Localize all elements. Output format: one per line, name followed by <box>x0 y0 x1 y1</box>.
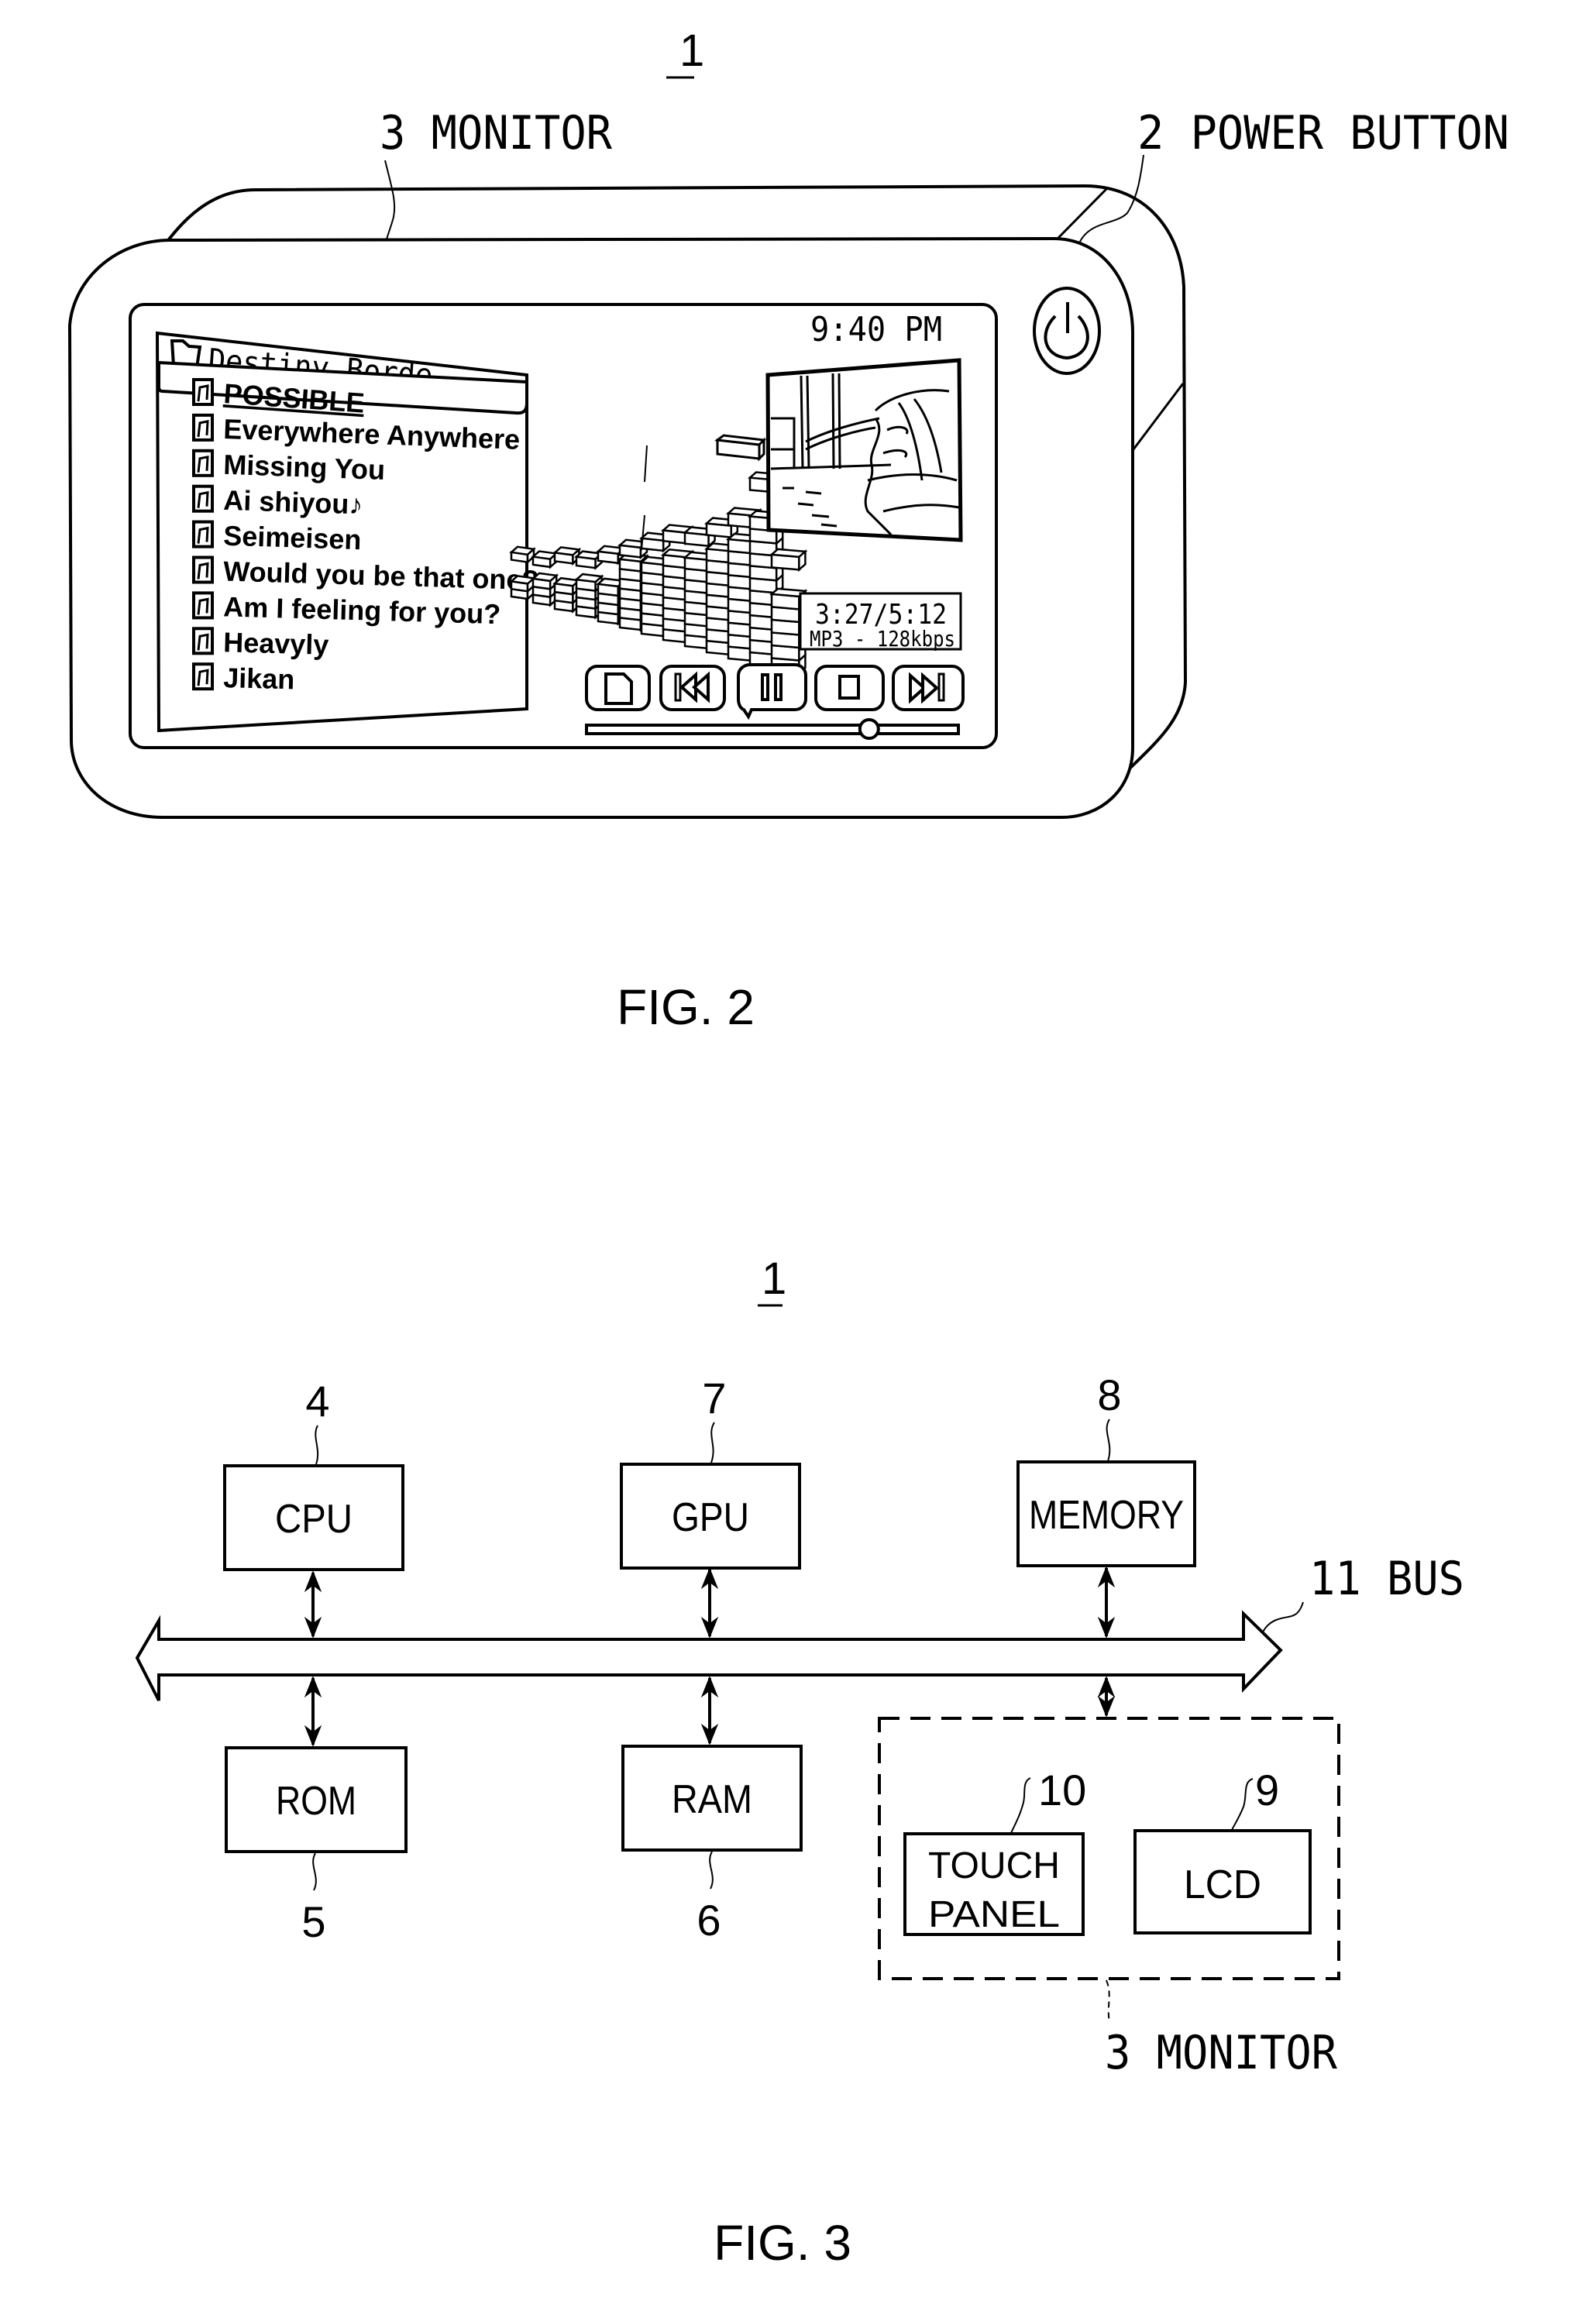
track-title: Jikan <box>223 662 295 695</box>
track-item[interactable]: Jikan <box>192 662 295 695</box>
monitor-leader <box>1106 1979 1110 2023</box>
transport-controls <box>585 663 965 720</box>
video-thumbnail[interactable] <box>765 358 963 542</box>
touch-panel-leader <box>1010 1777 1031 1834</box>
touch-panel-label-line2: PANEL <box>928 1894 1060 1935</box>
visualizer-bar <box>552 576 582 614</box>
music-note-icon <box>192 520 214 549</box>
music-note-icon <box>192 413 214 442</box>
gpu-ref: 7 <box>702 1374 726 1422</box>
pause-button[interactable] <box>737 663 807 720</box>
floating-block <box>714 434 767 462</box>
music-note-icon <box>192 662 214 691</box>
fig2: 1 3 MONITOR 2 POWER BUTTON 9:40 PM Desti… <box>67 26 1509 1035</box>
lcd-label: LCD <box>1184 1862 1261 1907</box>
power-button-callout: 2 POWER BUTTON <box>1137 106 1509 160</box>
music-note-icon <box>192 449 214 477</box>
cpu-ref: 4 <box>305 1377 329 1425</box>
lcd-ref: 9 <box>1255 1766 1279 1814</box>
video-frame[interactable] <box>765 358 963 542</box>
music-note-icon <box>192 591 214 620</box>
fig2-ref-number: 1 <box>679 26 704 76</box>
bus: 11 BUS <box>135 1552 1464 1701</box>
rom-block[interactable]: ROM 5 <box>225 1746 408 1946</box>
cpu-block[interactable]: CPU 4 <box>223 1377 404 1571</box>
memory-block[interactable]: MEMORY 8 <box>1016 1370 1196 1567</box>
music-note-icon <box>192 378 214 406</box>
ram-label: RAM <box>672 1777 752 1822</box>
lcd-leader <box>1231 1778 1254 1831</box>
touch-panel-label-line1: TOUCH <box>928 1845 1060 1886</box>
bus-label: 11 BUS <box>1309 1552 1464 1606</box>
seek-track[interactable] <box>585 724 960 735</box>
power-button[interactable] <box>1033 287 1101 375</box>
fig3-ref-number: 1 <box>762 1254 786 1304</box>
track-title: Ai shiyou♪ <box>223 484 363 521</box>
time-display: 3:27/5:12 MP3 - 128kbps <box>799 592 962 652</box>
patent-drawing-sheet: 1 3 MONITOR 2 POWER BUTTON 9:40 PM Desti… <box>67 26 1509 2271</box>
bus-leader-line <box>1262 1601 1304 1633</box>
rom-ref: 5 <box>301 1897 325 1946</box>
gpu-block[interactable]: GPU 7 <box>620 1374 801 1570</box>
lcd-block[interactable]: LCD 9 <box>1133 1766 1312 1934</box>
skip-back-icon <box>674 671 710 703</box>
ram-leader <box>709 1851 714 1890</box>
track-title: Heavyly <box>223 626 329 660</box>
document-icon <box>604 672 633 705</box>
track-title: Seimeisen <box>223 520 362 556</box>
fig2-caption: FIG. 2 <box>617 979 755 1035</box>
touch-panel-ref: 10 <box>1038 1766 1086 1814</box>
visualizer-peak <box>552 546 582 566</box>
stop-icon <box>838 675 860 700</box>
next-button[interactable] <box>892 665 965 711</box>
memory-label: MEMORY <box>1029 1493 1184 1538</box>
monitor-label: 3 MONITOR <box>1105 2026 1338 2080</box>
previous-button[interactable] <box>659 665 726 711</box>
track-title: Missing You <box>223 449 386 486</box>
visualizer-peak <box>769 548 808 573</box>
device-bevel-line <box>1056 186 1109 240</box>
music-note-icon <box>192 484 214 513</box>
ram-ref: 6 <box>697 1896 721 1945</box>
cpu-leader <box>315 1425 319 1465</box>
memory-leader <box>1106 1419 1111 1462</box>
monitor-group: TOUCH PANEL 10 LCD 9 3 MONITOR <box>878 1717 1340 2080</box>
file-button[interactable] <box>585 665 651 711</box>
gpu-label: GPU <box>672 1495 749 1540</box>
track-format: MP3 - 128kbps <box>810 626 955 652</box>
rom-label: ROM <box>276 1779 356 1824</box>
music-note-icon <box>192 555 214 584</box>
touch-panel-block[interactable]: TOUCH PANEL 10 <box>903 1766 1086 1936</box>
skip-forward-icon <box>909 672 945 704</box>
visualizer-bar <box>531 572 559 607</box>
clock-display: 9:40 PM <box>810 310 942 349</box>
visualizer-peak <box>531 550 559 569</box>
visualizer-bar <box>509 575 536 601</box>
seek-knob[interactable] <box>858 718 880 740</box>
rom-leader <box>312 1852 317 1891</box>
fig3-caption: FIG. 3 <box>714 2215 851 2271</box>
memory-ref: 8 <box>1097 1370 1121 1419</box>
ram-block[interactable]: RAM 6 <box>621 1745 803 1945</box>
gpu-leader <box>710 1422 715 1463</box>
fig3: 1 11 BUS CPU 4 GPU 7 MEMORY 8 ROM 5 RAM … <box>135 1254 1464 2271</box>
visualizer-peak <box>509 545 536 565</box>
music-note-icon <box>192 627 214 655</box>
monitor-callout: 3 MONITOR <box>380 106 613 160</box>
stop-button[interactable] <box>814 665 885 711</box>
playlist-panel: Destiny Borde POSSIBLEEverywhere Anywher… <box>155 331 539 733</box>
cpu-label: CPU <box>275 1497 353 1542</box>
device-bevel-line <box>1130 383 1185 453</box>
